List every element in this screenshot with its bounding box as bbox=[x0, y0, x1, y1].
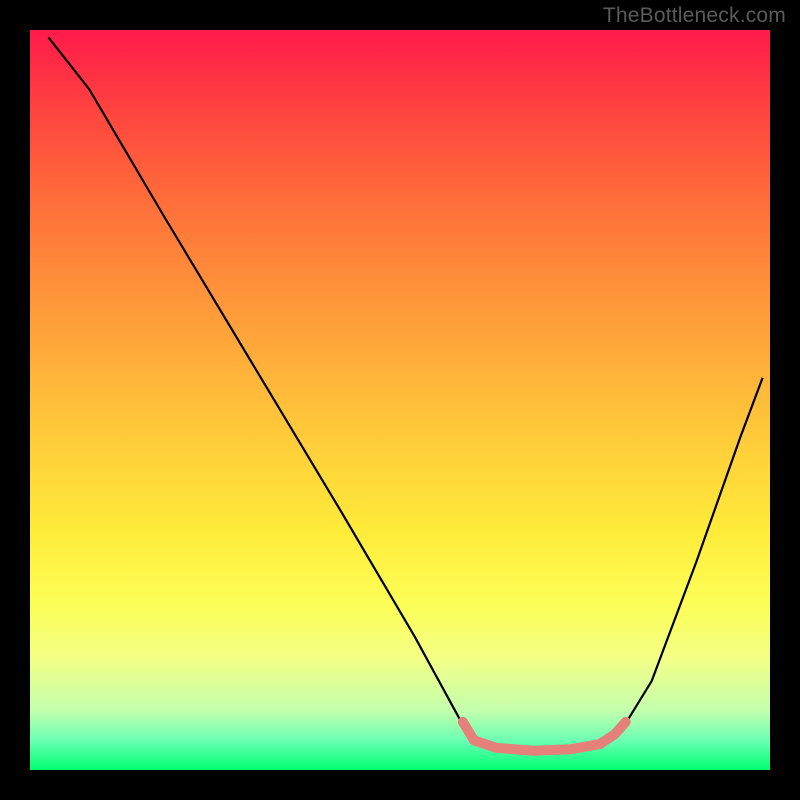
bottleneck-curve bbox=[49, 37, 763, 750]
watermark-text: TheBottleneck.com bbox=[603, 4, 786, 28]
bottleneck-marker-band bbox=[463, 722, 626, 751]
chart-overlay bbox=[0, 0, 800, 800]
